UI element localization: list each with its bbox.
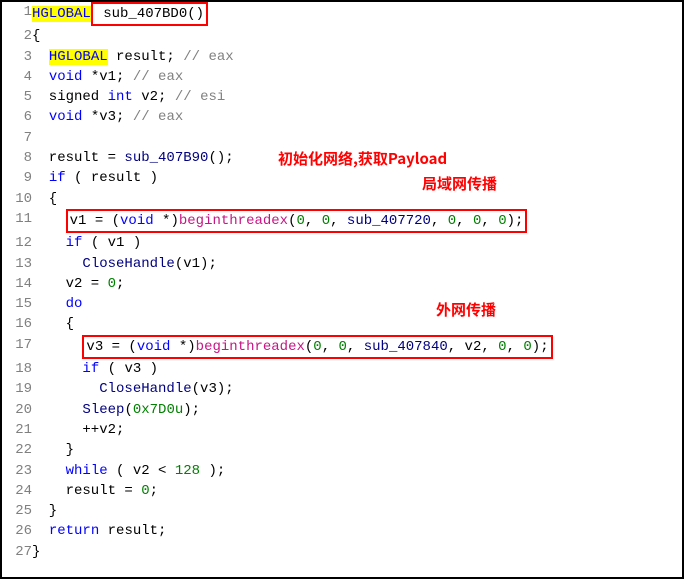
type-highlight: HGLOBAL — [49, 49, 108, 65]
func-signature-box: sub_407BD0() — [91, 2, 208, 26]
code-line: HGLOBAL sub_407BD0() — [32, 2, 682, 26]
code-viewer: 初始化网络,获取Payload 局域网传播 外网传播 1HGLOBAL sub_… — [0, 0, 684, 579]
wan-thread-box: v3 = (void *)beginthreadex(0, 0, sub_407… — [82, 335, 552, 359]
line-number: 1 — [2, 2, 32, 26]
lan-thread-box: v1 = (void *)beginthreadex(0, 0, sub_407… — [66, 209, 528, 233]
code-table: 1HGLOBAL sub_407BD0() 2{ 3 HGLOBAL resul… — [2, 2, 682, 562]
return-type-highlight: HGLOBAL — [32, 6, 91, 22]
